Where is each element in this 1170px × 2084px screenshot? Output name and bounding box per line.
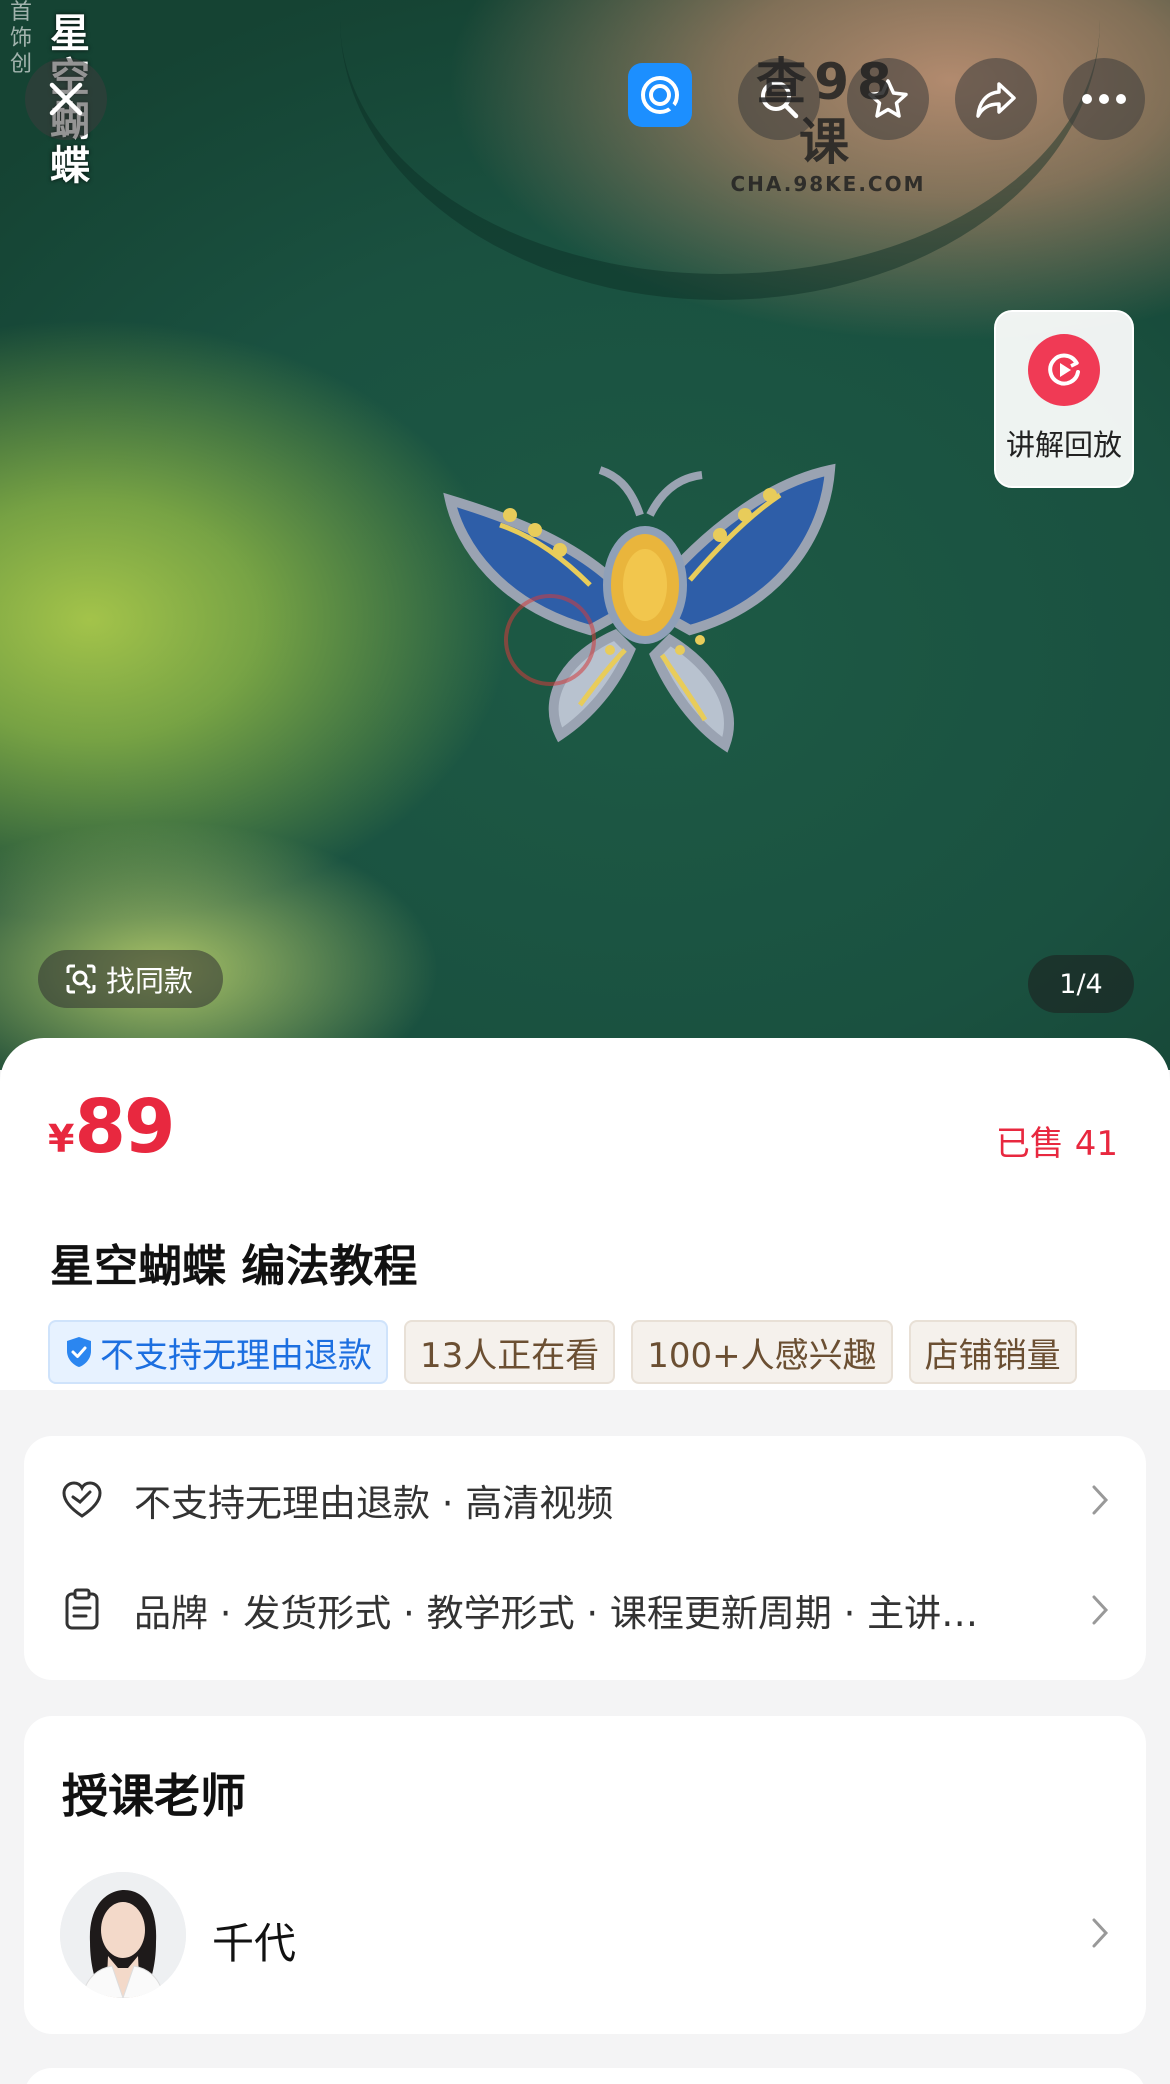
find-same-label: 找同款 — [106, 964, 194, 998]
site-watermark-main: 查98课 — [756, 53, 900, 171]
tag-row[interactable]: 不支持无理由退款 13人正在看 100+人感兴趣 店铺销量 — [48, 1320, 1122, 1386]
service-row-text: 不支持无理由退款 · 高清视频 — [134, 1482, 614, 1525]
scan-icon — [66, 964, 96, 994]
teacher-section-title: 授课老师 — [62, 1769, 246, 1823]
watermark-small-text: 首饰创 — [10, 0, 33, 77]
chevron-right-icon — [1092, 1595, 1109, 1625]
chevron-right-icon[interactable] — [1090, 1916, 1110, 1950]
tag-interested[interactable]: 100+人感兴趣 — [631, 1320, 893, 1384]
replay-icon — [1028, 334, 1100, 406]
shield-icon — [67, 1337, 91, 1367]
tag-store-sales[interactable]: 店铺销量 — [908, 1320, 1077, 1384]
params-row-text: 品牌 · 发货形式 · 教学形式 · 课程更新周期 · 主讲… — [134, 1592, 979, 1635]
site-watermark: 查98课 CHA.98KE.COM — [728, 52, 928, 196]
more-icon — [1082, 94, 1126, 104]
site-watermark-sub: CHA.98KE.COM — [730, 172, 926, 196]
tag-label: 不支持无理由退款 — [100, 1335, 372, 1376]
close-button[interactable] — [25, 58, 107, 140]
teacher-name[interactable]: 千代 — [212, 1910, 296, 1971]
find-same-button[interactable]: 找同款 — [38, 950, 224, 1008]
avatar[interactable] — [60, 1872, 186, 1998]
share-button[interactable] — [955, 58, 1037, 140]
service-row[interactable]: 不支持无理由退款 · 高清视频 — [60, 1470, 1110, 1530]
more-button[interactable] — [1063, 58, 1145, 140]
product-detail-page: 首饰创 星空蝴蝶 查98课 CHA.98KE.COM — [0, 0, 1170, 2084]
close-icon — [49, 82, 83, 116]
product-title: 星空蝴蝶 编法教程 — [50, 1241, 418, 1292]
app-logo-button[interactable] — [628, 63, 692, 127]
shirt-collar — [340, 0, 1100, 300]
tag-no-refund[interactable]: 不支持无理由退款 — [48, 1320, 388, 1384]
sold-count: 已售 41 — [995, 1124, 1118, 1164]
price: ¥89 — [48, 1084, 175, 1170]
butterfly-brooch-image — [443, 463, 836, 753]
product-image[interactable]: 首饰创 星空蝴蝶 查98课 CHA.98KE.COM — [0, 0, 1170, 1070]
clipboard-icon — [65, 1588, 99, 1630]
app-logo-icon — [641, 76, 679, 114]
teacher-card: 授课老师 千代 — [24, 1716, 1146, 2034]
currency-symbol: ¥ — [48, 1117, 75, 1161]
service-info-card: 不支持无理由退款 · 高清视频 品牌 · 发货形式 · 教学形式 · 课程更新周… — [24, 1436, 1146, 1680]
next-section-card — [24, 2068, 1146, 2084]
background-leaf — [0, 820, 440, 1070]
params-row[interactable]: 品牌 · 发货形式 · 教学形式 · 课程更新周期 · 主讲… — [60, 1580, 1110, 1640]
replay-label: 讲解回放 — [1005, 428, 1122, 462]
price-value: 89 — [74, 1084, 175, 1170]
replay-button[interactable]: 讲解回放 — [994, 310, 1134, 488]
image-counter: 1/4 — [1028, 955, 1134, 1013]
share-icon — [976, 82, 1016, 118]
tag-watching[interactable]: 13人正在看 — [404, 1320, 616, 1384]
heart-check-icon — [62, 1481, 102, 1518]
chevron-right-icon — [1092, 1485, 1109, 1515]
